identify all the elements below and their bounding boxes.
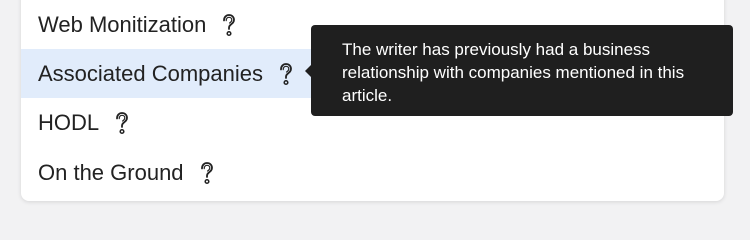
question-mark-icon[interactable] (113, 111, 131, 135)
menu-item-label: HODL (38, 109, 100, 135)
menu-item-label: Associated Companies (38, 60, 264, 86)
question-mark-icon[interactable] (198, 161, 216, 185)
menu-item-label: On the Ground (38, 159, 184, 185)
menu-item-label: Web Monitization (38, 11, 207, 37)
menu-item-on-the-ground[interactable]: On the Ground (21, 148, 724, 197)
tooltip-text: The writer has previously had a business… (342, 40, 685, 105)
question-mark-icon[interactable] (220, 13, 238, 37)
tooltip: The writer has previously had a business… (311, 25, 733, 116)
question-mark-icon[interactable] (277, 62, 295, 86)
